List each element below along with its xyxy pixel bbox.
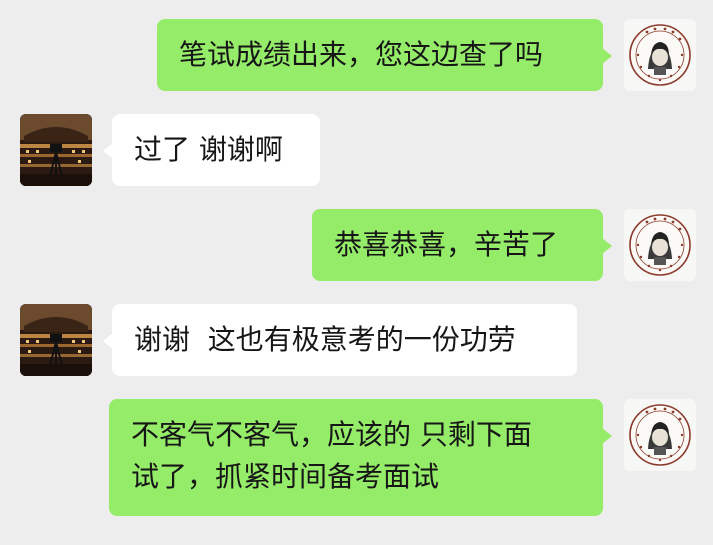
message-bubble-sent[interactable]: 恭喜恭喜，辛苦了 (312, 209, 612, 281)
message-bubble-sent[interactable]: 笔试成绩出来，您这边查了吗 (157, 19, 612, 91)
message-bubble-received[interactable]: 谢谢 这也有极意考的一份功劳 (103, 304, 577, 376)
avatar-self[interactable] (624, 209, 696, 281)
school-seal-icon (624, 399, 696, 471)
school-seal-icon (624, 209, 696, 281)
photo-avatar-icon (20, 304, 92, 376)
photo-avatar-icon (20, 114, 92, 186)
message-text-line: 不客气不客气，应该的 只剩下面 (131, 418, 532, 451)
school-seal-icon (624, 19, 696, 91)
message-text-line: 试了，抓紧时间备考面试 (131, 460, 440, 493)
avatar-self[interactable] (624, 19, 696, 91)
avatar-contact[interactable] (20, 114, 92, 186)
message-text: 过了 谢谢啊 (134, 133, 283, 166)
avatar-self[interactable] (624, 399, 696, 471)
message-text: 谢谢 这也有极意考的一份功劳 (134, 323, 516, 356)
message-bubble-received[interactable]: 过了 谢谢啊 (103, 114, 320, 186)
avatar-contact[interactable] (20, 304, 92, 376)
message-bubble-sent[interactable]: 不客气不客气，应该的 只剩下面 试了，抓紧时间备考面试 (109, 399, 612, 516)
message-text: 恭喜恭喜，辛苦了 (334, 228, 559, 261)
message-text: 笔试成绩出来，您这边查了吗 (179, 38, 544, 71)
